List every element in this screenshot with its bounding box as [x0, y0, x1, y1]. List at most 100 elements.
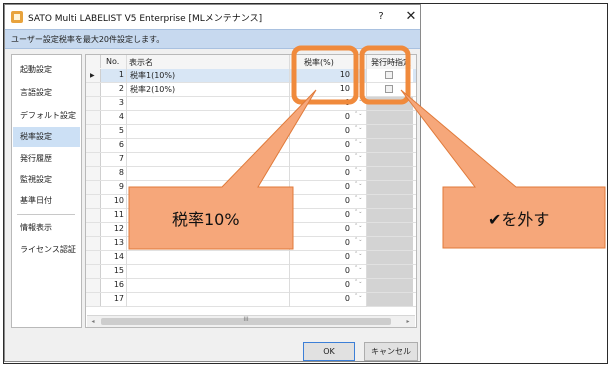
header-display-name[interactable]: 表示名	[129, 57, 153, 68]
tax-rate-cell[interactable]: 0	[292, 98, 350, 107]
tax-rate-cell[interactable]: 0	[292, 154, 350, 163]
row-header[interactable]	[86, 97, 101, 110]
row-header[interactable]	[86, 181, 101, 194]
settings-sidebar: 起動設定 言語設定 デフォルト設定 税率設定 発行履歴 監視設定 基準日付 情報…	[11, 54, 82, 328]
header-no[interactable]: No.	[106, 57, 119, 66]
rate-spinner-icon[interactable]: ⌃⌄	[354, 223, 362, 236]
row-header[interactable]	[86, 167, 101, 180]
tax-rate-cell[interactable]: 10	[292, 84, 350, 93]
row-header[interactable]	[86, 209, 101, 222]
rate-spinner-icon[interactable]: ⌃⌄	[354, 265, 362, 278]
sidebar-item-monitoring[interactable]: 監視設定	[13, 170, 80, 190]
current-row-icon: ▶	[90, 72, 95, 79]
display-name-cell[interactable]: 税率1(10%)	[130, 70, 175, 81]
issue-flag-cell	[367, 209, 413, 222]
rate-spinner-icon[interactable]: ⌃⌄	[354, 111, 362, 124]
rate-spinner-icon[interactable]: ⌃⌄	[354, 83, 362, 96]
uncheck-callout-text: ✔を外す	[488, 210, 550, 229]
row-header[interactable]: ▶	[86, 69, 101, 82]
sidebar-item-language[interactable]: 言語設定	[13, 83, 80, 103]
rate-spinner-icon[interactable]: ⌃⌄	[354, 279, 362, 292]
sidebar-item-base-date[interactable]: 基準日付	[13, 191, 80, 211]
row-header[interactable]	[86, 83, 101, 96]
issue-flag-cell	[367, 153, 413, 166]
display-name-cell[interactable]: 税率2(10%)	[130, 84, 175, 95]
row-header[interactable]	[86, 279, 101, 292]
row-header[interactable]	[86, 111, 101, 124]
row-header[interactable]	[86, 195, 101, 208]
row-header[interactable]	[86, 139, 101, 152]
tax-rate-cell[interactable]: 10	[292, 70, 350, 79]
row-number: 14	[113, 252, 124, 261]
horizontal-scrollbar[interactable]: ◂ III ▸	[87, 315, 415, 327]
rate-spinner-icon[interactable]: ⌃⌄	[354, 69, 362, 82]
row-number: 11	[113, 210, 124, 219]
row-header[interactable]	[86, 237, 101, 250]
row-header[interactable]	[86, 153, 101, 166]
sidebar-item-defaults[interactable]: デフォルト設定	[13, 106, 80, 126]
issue-flag-checkbox[interactable]	[385, 71, 393, 79]
row-header[interactable]	[86, 293, 101, 306]
ok-button[interactable]: OK	[303, 342, 355, 361]
tax-rate-cell[interactable]: 0	[292, 280, 350, 289]
sidebar-item-license[interactable]: ライセンス認証	[13, 240, 80, 260]
sidebar-item-startup[interactable]: 起動設定	[13, 60, 80, 80]
scroll-grip: III	[243, 316, 249, 323]
tax-rate-cell[interactable]: 0	[292, 238, 350, 247]
rate-spinner-icon[interactable]: ⌃⌄	[354, 195, 362, 208]
issue-flag-cell[interactable]	[367, 83, 413, 96]
rate-spinner-icon[interactable]: ⌃⌄	[354, 125, 362, 138]
help-button[interactable]: ?	[373, 9, 389, 25]
row-header[interactable]	[86, 125, 101, 138]
rate-spinner-icon[interactable]: ⌃⌄	[354, 97, 362, 110]
row-header[interactable]	[86, 223, 101, 236]
scroll-left-icon[interactable]: ◂	[87, 316, 99, 327]
issue-flag-cell[interactable]	[367, 69, 413, 82]
row-number: 12	[113, 224, 124, 233]
scroll-right-icon[interactable]: ▸	[402, 316, 414, 327]
rate-spinner-icon[interactable]: ⌃⌄	[354, 293, 362, 306]
tax-rate-cell[interactable]: 0	[292, 182, 350, 191]
scroll-thumb[interactable]: III	[101, 316, 391, 325]
tax-rate-cell[interactable]: 0	[292, 126, 350, 135]
rate-spinner-icon[interactable]: ⌃⌄	[354, 251, 362, 264]
close-button[interactable]: ✕	[403, 9, 419, 25]
issue-flag-cell	[367, 265, 413, 278]
row-number: 4	[118, 112, 124, 121]
rate-spinner-icon[interactable]: ⌃⌄	[354, 237, 362, 250]
rate-spinner-icon[interactable]: ⌃⌄	[354, 181, 362, 194]
tax-rate-cell[interactable]: 0	[292, 210, 350, 219]
rate-spinner-icon[interactable]: ⌃⌄	[354, 209, 362, 222]
row-number: 6	[118, 140, 124, 149]
tax-rate-cell[interactable]: 0	[292, 266, 350, 275]
issue-flag-cell	[367, 181, 413, 194]
issue-flag-cell	[367, 293, 413, 306]
header-tax-rate[interactable]: 税率(%)	[304, 57, 334, 68]
rate-spinner-icon[interactable]: ⌃⌄	[354, 139, 362, 152]
issue-flag-cell	[367, 279, 413, 292]
rate-spinner-icon[interactable]: ⌃⌄	[354, 153, 362, 166]
tax-rate-cell[interactable]: 0	[292, 294, 350, 303]
tax-rate-cell[interactable]: 0	[292, 196, 350, 205]
tax-rate-cell[interactable]: 0	[292, 140, 350, 149]
issue-flag-checkbox[interactable]	[385, 85, 393, 93]
settings-dialog: SATO Multi LABELIST V5 Enterprise [MLメンテ…	[4, 4, 421, 362]
sidebar-item-info[interactable]: 情報表示	[13, 218, 80, 238]
tax-rate-cell[interactable]: 0	[292, 252, 350, 261]
row-number: 10	[113, 196, 124, 205]
row-header[interactable]	[86, 251, 101, 264]
tax-rate-cell[interactable]: 0	[292, 112, 350, 121]
tax-rate-cell[interactable]: 0	[292, 224, 350, 233]
row-header[interactable]	[86, 265, 101, 278]
sidebar-item-issue-history[interactable]: 発行履歴	[13, 149, 80, 169]
row-number: 16	[113, 280, 124, 289]
rate-spinner-icon[interactable]: ⌃⌄	[354, 167, 362, 180]
row-number: 15	[113, 266, 124, 275]
cancel-button[interactable]: キャンセル	[364, 342, 418, 361]
row-number: 3	[118, 98, 124, 107]
sidebar-item-tax-rate[interactable]: 税率設定	[13, 127, 80, 147]
tax-rate-cell[interactable]: 0	[292, 168, 350, 177]
issue-flag-cell	[367, 223, 413, 236]
header-issue-flag[interactable]: 発行時指定	[371, 57, 411, 68]
issue-flag-cell	[367, 125, 413, 138]
